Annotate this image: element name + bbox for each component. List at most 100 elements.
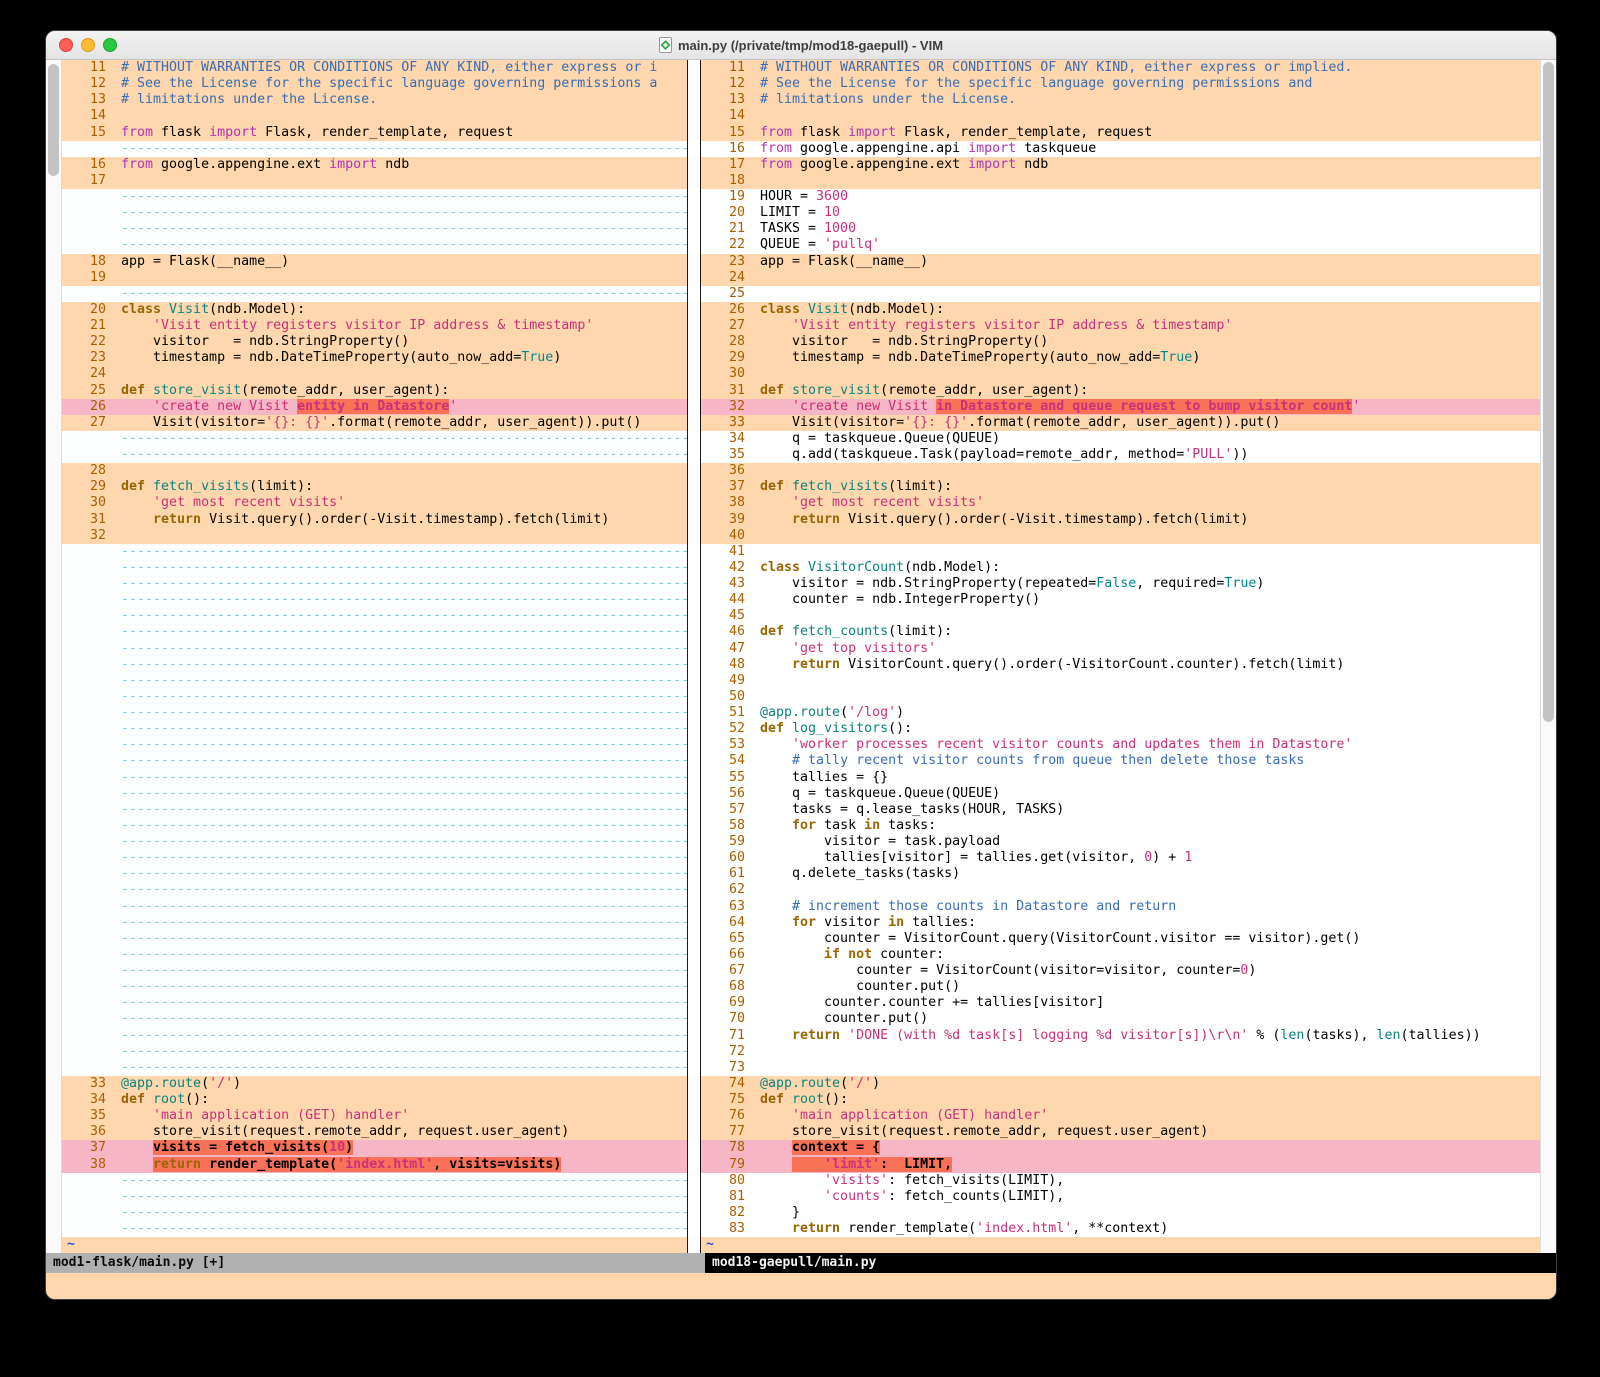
code-line[interactable]: 44 counter = ndb.IntegerProperty(): [701, 592, 1540, 608]
close-button[interactable]: [59, 38, 73, 52]
code-line[interactable]: 58 for task in tasks:: [701, 818, 1540, 834]
code-line[interactable]: 26class Visit(ndb.Model):: [701, 302, 1540, 318]
code-line[interactable]: 37 visits = fetch_visits(10): [62, 1140, 687, 1156]
code-line[interactable]: 18app = Flask(__name__): [62, 254, 687, 270]
code-line[interactable]: 59 visitor = task.payload: [701, 834, 1540, 850]
code-line[interactable]: 18: [701, 173, 1540, 189]
code-line[interactable]: 28 visitor = ndb.StringProperty(): [701, 334, 1540, 350]
code-line[interactable]: 23app = Flask(__name__): [701, 254, 1540, 270]
diff-filler-line[interactable]: ----------------------------------------…: [62, 447, 687, 463]
diff-filler-line[interactable]: ----------------------------------------…: [62, 931, 687, 947]
code-line[interactable]: 11# WITHOUT WARRANTIES OR CONDITIONS OF …: [701, 60, 1540, 76]
code-line[interactable]: 65 counter = VisitorCount.query(VisitorC…: [701, 931, 1540, 947]
diff-filler-line[interactable]: ----------------------------------------…: [62, 286, 687, 302]
zoom-button[interactable]: [103, 38, 117, 52]
diff-filler-line[interactable]: ----------------------------------------…: [62, 770, 687, 786]
titlebar[interactable]: main.py (/private/tmp/mod18-gaepull) - V…: [46, 31, 1556, 60]
diff-filler-line[interactable]: ----------------------------------------…: [62, 141, 687, 157]
statusline-right[interactable]: mod18-gaepull/main.py: [705, 1253, 1556, 1273]
code-line[interactable]: 57 tasks = q.lease_tasks(HOUR, TASKS): [701, 802, 1540, 818]
code-line[interactable]: 73: [701, 1060, 1540, 1076]
diff-filler-line[interactable]: ----------------------------------------…: [62, 592, 687, 608]
diff-filler-line[interactable]: ----------------------------------------…: [62, 1205, 687, 1221]
code-line[interactable]: 23 timestamp = ndb.DateTimeProperty(auto…: [62, 350, 687, 366]
diff-filler-line[interactable]: ----------------------------------------…: [62, 850, 687, 866]
minimize-button[interactable]: [81, 38, 95, 52]
code-line[interactable]: 13# limitations under the License.: [62, 92, 687, 108]
code-line[interactable]: 20LIMIT = 10: [701, 205, 1540, 221]
diff-filler-line[interactable]: ----------------------------------------…: [62, 963, 687, 979]
diff-filler-line[interactable]: ----------------------------------------…: [62, 1011, 687, 1027]
code-line[interactable]: 26 'create new Visit entity in Datastore…: [62, 399, 687, 415]
code-line[interactable]: 22 visitor = ndb.StringProperty(): [62, 334, 687, 350]
code-line[interactable]: 29 timestamp = ndb.DateTimeProperty(auto…: [701, 350, 1540, 366]
diff-filler-line[interactable]: ----------------------------------------…: [62, 1189, 687, 1205]
code-line[interactable]: 27 Visit(visitor='{}: {}'.format(remote_…: [62, 415, 687, 431]
diff-filler-line[interactable]: ----------------------------------------…: [62, 221, 687, 237]
code-line[interactable]: 32 'create new Visit in Datastore and qu…: [701, 399, 1540, 415]
code-line[interactable]: 25def store_visit(remote_addr, user_agen…: [62, 383, 687, 399]
statusline-left[interactable]: mod1-flask/main.py [+]: [46, 1253, 705, 1273]
code-line[interactable]: 21TASKS = 1000: [701, 221, 1540, 237]
code-line[interactable]: 52def log_visitors():: [701, 721, 1540, 737]
diff-filler-line[interactable]: ----------------------------------------…: [62, 818, 687, 834]
code-line[interactable]: 27 'Visit entity registers visitor IP ad…: [701, 318, 1540, 334]
diff-filler-line[interactable]: ----------------------------------------…: [62, 737, 687, 753]
code-line[interactable]: 34def root():: [62, 1092, 687, 1108]
code-line[interactable]: 29def fetch_visits(limit):: [62, 479, 687, 495]
code-line[interactable]: 11# WITHOUT WARRANTIES OR CONDITIONS OF …: [62, 60, 687, 76]
diff-filler-line[interactable]: ----------------------------------------…: [62, 431, 687, 447]
code-line[interactable]: 42class VisitorCount(ndb.Model):: [701, 560, 1540, 576]
diff-filler-line[interactable]: ----------------------------------------…: [62, 834, 687, 850]
code-line[interactable]: 60 tallies[visitor] = tallies.get(visito…: [701, 850, 1540, 866]
code-line[interactable]: 79 'limit': LIMIT,: [701, 1157, 1540, 1173]
code-line[interactable]: 32: [62, 528, 687, 544]
code-line[interactable]: 24: [62, 366, 687, 382]
code-line[interactable]: 45: [701, 608, 1540, 624]
code-line[interactable]: 17: [62, 173, 687, 189]
right-scrollbar-thumb[interactable]: [1543, 62, 1554, 722]
code-line[interactable]: 19: [62, 270, 687, 286]
code-line[interactable]: 33@app.route('/'): [62, 1076, 687, 1092]
diff-filler-line[interactable]: ----------------------------------------…: [62, 657, 687, 673]
code-line[interactable]: 24: [701, 270, 1540, 286]
code-line[interactable]: 12# See the License for the specific lan…: [701, 76, 1540, 92]
diff-filler-line[interactable]: ----------------------------------------…: [62, 608, 687, 624]
diff-filler-line[interactable]: ----------------------------------------…: [62, 673, 687, 689]
code-line[interactable]: 63 # increment those counts in Datastore…: [701, 899, 1540, 915]
code-line[interactable]: 76 'main application (GET) handler': [701, 1108, 1540, 1124]
code-line[interactable]: 21 'Visit entity registers visitor IP ad…: [62, 318, 687, 334]
code-line[interactable]: 50: [701, 689, 1540, 705]
diff-filler-line[interactable]: ----------------------------------------…: [62, 560, 687, 576]
diff-filler-line[interactable]: ----------------------------------------…: [62, 802, 687, 818]
command-line[interactable]: [46, 1273, 1556, 1299]
code-line[interactable]: 64 for visitor in tallies:: [701, 915, 1540, 931]
code-line[interactable]: 48 return VisitorCount.query().order(-Vi…: [701, 657, 1540, 673]
code-line[interactable]: 70 counter.put(): [701, 1011, 1540, 1027]
code-line[interactable]: 28: [62, 463, 687, 479]
left-scrollbar[interactable]: [46, 60, 62, 1253]
code-line[interactable]: 49: [701, 673, 1540, 689]
code-line[interactable]: 15from flask import Flask, render_templa…: [701, 125, 1540, 141]
code-line[interactable]: 37def fetch_visits(limit):: [701, 479, 1540, 495]
diff-filler-line[interactable]: ----------------------------------------…: [62, 995, 687, 1011]
code-line[interactable]: 53 'worker processes recent visitor coun…: [701, 737, 1540, 753]
code-line[interactable]: 35 q.add(taskqueue.Task(payload=remote_a…: [701, 447, 1540, 463]
code-line[interactable]: 56 q = taskqueue.Queue(QUEUE): [701, 786, 1540, 802]
code-line[interactable]: 46def fetch_counts(limit):: [701, 624, 1540, 640]
diff-filler-line[interactable]: ----------------------------------------…: [62, 237, 687, 253]
code-line[interactable]: 75def root():: [701, 1092, 1540, 1108]
diff-filler-line[interactable]: ----------------------------------------…: [62, 786, 687, 802]
diff-filler-line[interactable]: ----------------------------------------…: [62, 1173, 687, 1189]
code-line[interactable]: 67 counter = VisitorCount(visitor=visito…: [701, 963, 1540, 979]
diff-filler-line[interactable]: ----------------------------------------…: [62, 705, 687, 721]
code-line[interactable]: 74@app.route('/'): [701, 1076, 1540, 1092]
code-line[interactable]: 25: [701, 286, 1540, 302]
diff-filler-line[interactable]: ----------------------------------------…: [62, 1060, 687, 1076]
code-line[interactable]: 51@app.route('/log'): [701, 705, 1540, 721]
code-line[interactable]: 83 return render_template('index.html', …: [701, 1221, 1540, 1237]
code-line[interactable]: 38 return render_template('index.html', …: [62, 1157, 687, 1173]
code-line[interactable]: 41: [701, 544, 1540, 560]
code-line[interactable]: 54 # tally recent visitor counts from qu…: [701, 753, 1540, 769]
code-line[interactable]: 36: [701, 463, 1540, 479]
